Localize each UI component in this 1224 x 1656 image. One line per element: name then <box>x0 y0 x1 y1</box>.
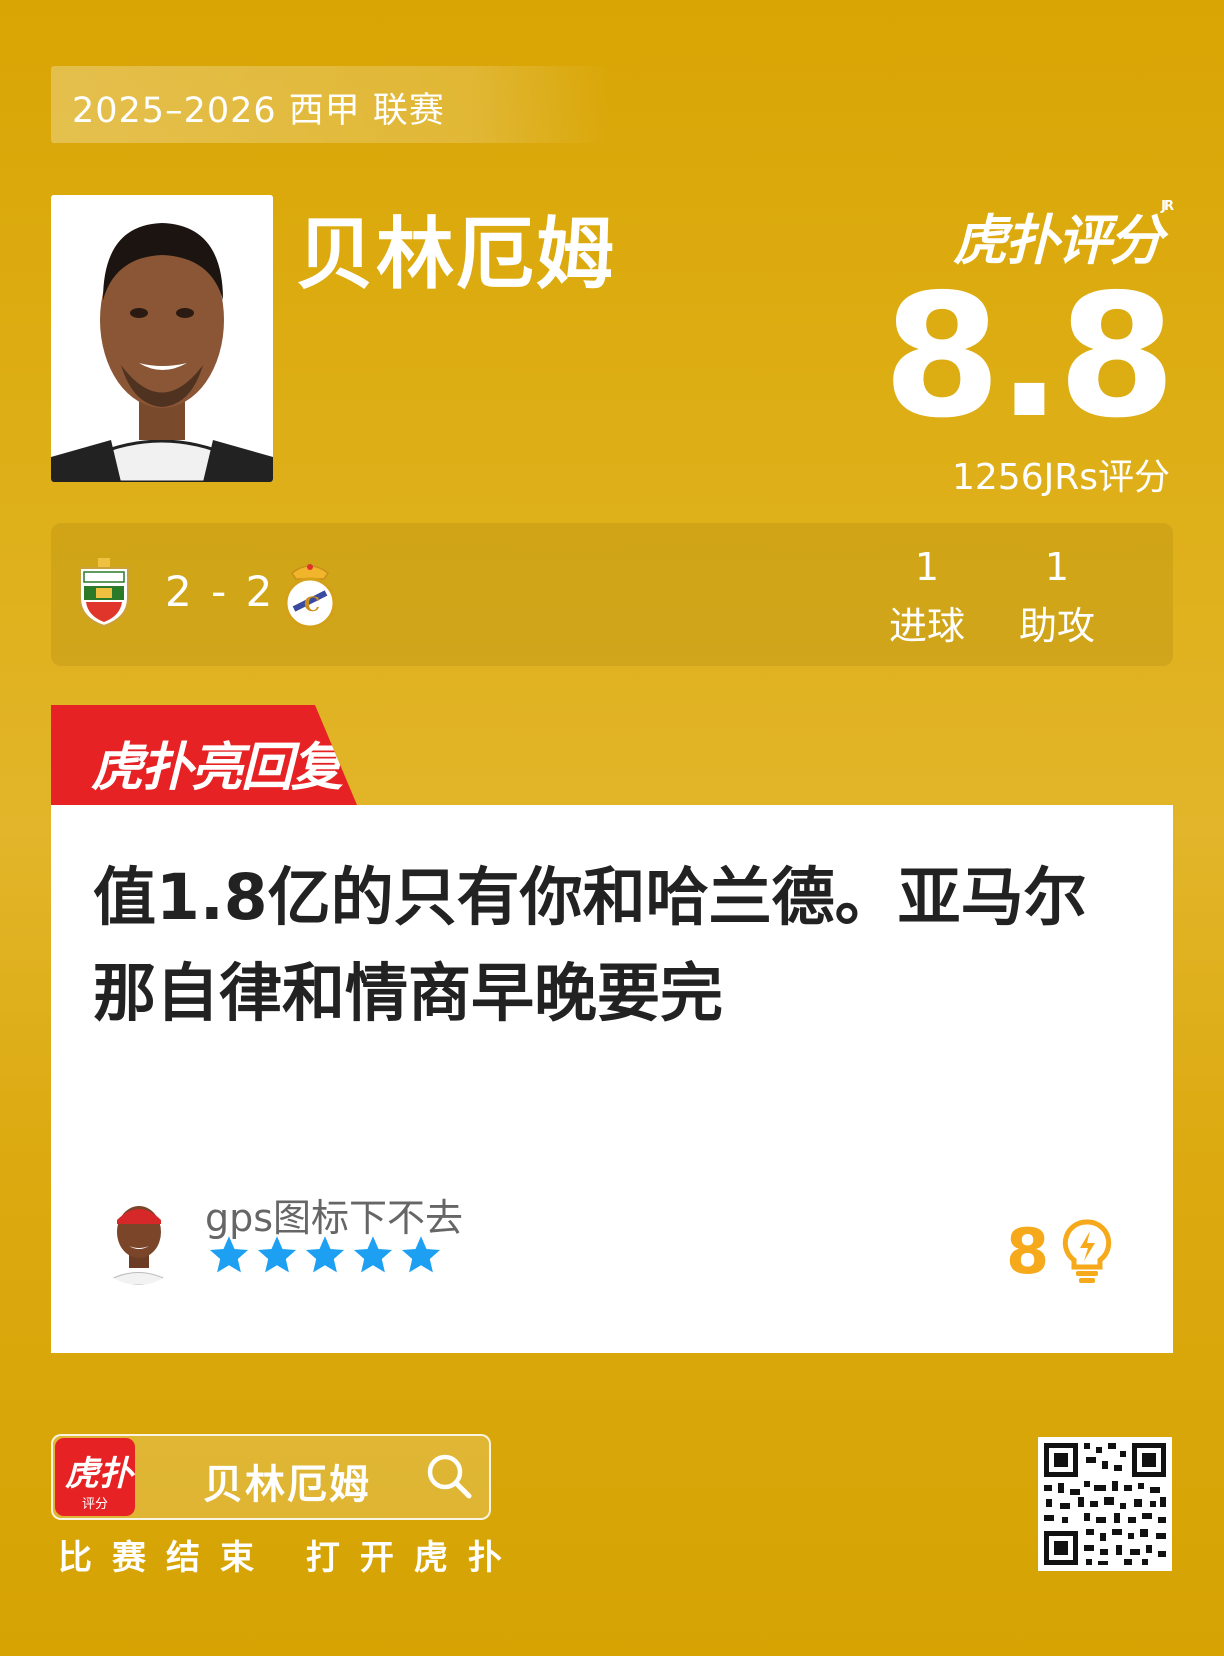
search-icon[interactable] <box>425 1452 473 1504</box>
comment-card[interactable]: 值1.8亿的只有你和哈兰德。亚马尔那自律和情商早晚要完 gps图标下不去 8 <box>51 805 1173 1353</box>
goals-value: 1 <box>914 545 940 589</box>
player-name: 贝林厄姆 <box>296 210 617 300</box>
search-bar[interactable]: 虎扑 评分 贝林厄姆 <box>51 1434 491 1520</box>
goals-stat: 1 进球 <box>877 545 977 650</box>
elche-crest-icon <box>76 558 132 632</box>
assists-value: 1 <box>1044 545 1070 589</box>
app-icon-label: 虎扑 <box>65 1454 133 1494</box>
star-icon <box>401 1236 441 1273</box>
assists-stat: 1 助攻 <box>1007 545 1107 650</box>
match-summary[interactable]: 2 - 2 C 1 进球 1 助攻 <box>51 523 1173 666</box>
user-rating-stars <box>207 1233 443 1277</box>
app-icon-sub: 评分 <box>81 1497 108 1512</box>
brand-superscript: JR <box>1161 199 1174 214</box>
star-icon <box>209 1236 249 1273</box>
lightbulb-icon[interactable] <box>1062 1219 1112 1289</box>
star-icon <box>257 1236 297 1273</box>
open-app-cta[interactable]: 比赛结束 打开虎扑 <box>58 1530 522 1579</box>
assists-label: 助攻 <box>1018 604 1095 648</box>
star-icon <box>305 1236 345 1273</box>
search-text: 贝林厄姆 <box>203 1462 371 1508</box>
rating-count: 1256JRs评分 <box>951 457 1170 498</box>
user-avatar[interactable] <box>91 1190 186 1285</box>
svg-text:C: C <box>304 592 320 616</box>
rating-score: 8.8 <box>882 258 1176 456</box>
star-icon <box>353 1236 393 1273</box>
player-photo <box>51 195 273 482</box>
highlight-reply-tag: 虎扑亮回复 <box>51 705 357 805</box>
season-label: 2025–2026 西甲 联赛 <box>72 91 445 131</box>
like-count: 8 <box>1006 1215 1050 1288</box>
qr-code <box>1038 1437 1172 1571</box>
real-madrid-crest-icon: C <box>284 559 336 633</box>
match-score: 2 - 2 <box>165 567 276 616</box>
season-banner: 2025–2026 西甲 联赛 <box>51 66 611 143</box>
goals-label: 进球 <box>888 604 965 648</box>
hupu-app-icon[interactable]: 虎扑 评分 <box>55 1438 135 1516</box>
comment-text: 值1.8亿的只有你和哈兰德。亚马尔那自律和情商早晚要完 <box>93 861 1087 1030</box>
highlight-reply-label: 虎扑亮回复 <box>91 738 343 798</box>
